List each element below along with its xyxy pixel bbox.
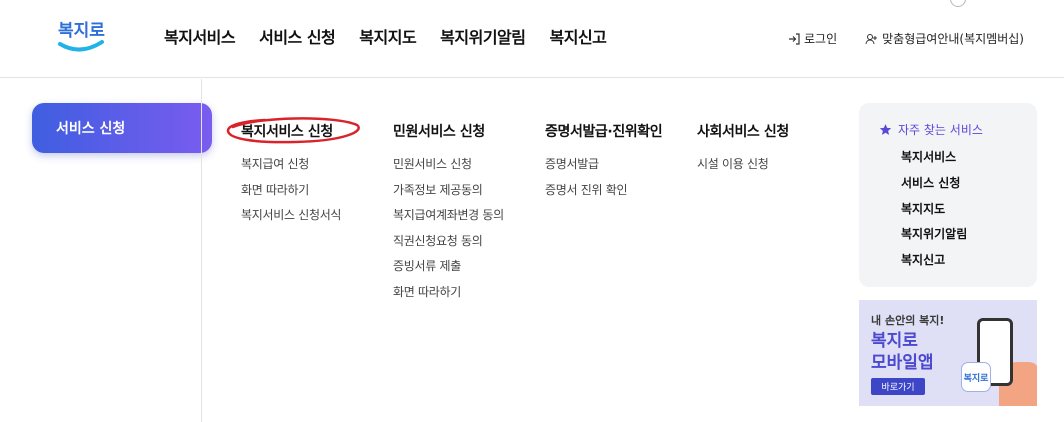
banner-tagline: 내 손안의 복지! bbox=[871, 314, 945, 327]
menu-item[interactable]: 증명서 진위 확인 bbox=[545, 181, 662, 207]
favorite-services-box: 자주 찾는 서비스 복지서비스 서비스 신청 복지지도 복지위기알림 복지신고 bbox=[859, 103, 1037, 287]
menu-item[interactable]: 민원서비스 신청 bbox=[393, 155, 504, 181]
menu-item[interactable]: 복지급여 신청 bbox=[241, 155, 341, 181]
menu-item[interactable]: 증명서발급 bbox=[545, 155, 662, 181]
header-right-links: 로그인 맞춤형급여안내(복지멤버십) bbox=[788, 30, 1024, 47]
menu-column-certificate: 증명서발급·진위확인 증명서발급 증명서 진위 확인 bbox=[545, 121, 663, 207]
menu-column-title[interactable]: 증명서발급·진위확인 bbox=[545, 121, 663, 141]
login-label: 로그인 bbox=[804, 32, 838, 46]
menu-column-title[interactable]: 사회서비스 신청 bbox=[697, 121, 789, 141]
menu-column-social-service: 사회서비스 신청 시설 이용 신청 bbox=[697, 121, 789, 181]
membership-link[interactable]: 맞춤형급여안내(복지멤버십) bbox=[865, 30, 1024, 47]
banner-title-line2: 모바일앱 bbox=[871, 353, 934, 373]
main-navigation: 복지서비스 서비스 신청 복지지도 복지위기알림 복지신고 bbox=[164, 24, 607, 48]
favorite-item[interactable]: 복지위기알림 bbox=[901, 225, 1037, 251]
membership-label: 맞춤형급여안내(복지멤버십) bbox=[882, 32, 1024, 46]
menu-item[interactable]: 화면 따라하기 bbox=[393, 283, 504, 309]
favorite-title-label: 자주 찾는 서비스 bbox=[898, 123, 983, 137]
star-icon bbox=[879, 124, 892, 135]
gnb-welfare-service[interactable]: 복지서비스 bbox=[164, 24, 236, 48]
divider bbox=[201, 79, 202, 422]
menu-item[interactable]: 증빙서류 제출 bbox=[393, 257, 504, 283]
banner-go-button[interactable]: 바로가기 bbox=[871, 378, 925, 395]
menu-item[interactable]: 직권신청요청 동의 bbox=[393, 232, 504, 258]
login-link[interactable]: 로그인 bbox=[788, 30, 837, 47]
banner-title: 복지로 모바일앱 bbox=[871, 330, 934, 374]
menu-column-title[interactable]: 민원서비스 신청 bbox=[393, 121, 504, 141]
menu-item[interactable]: 복지급여계좌변경 동의 bbox=[393, 206, 504, 232]
favorite-item[interactable]: 복지신고 bbox=[901, 251, 1037, 277]
site-logo[interactable]: 복지로 bbox=[56, 8, 108, 58]
app-icon: 복지로 bbox=[961, 362, 991, 392]
mega-menu-panel: 서비스 신청 복지서비스 신청 복지급여 신청 화면 따라하기 복지서비스 신청… bbox=[0, 79, 1064, 422]
category-service-apply-button[interactable]: 서비스 신청 bbox=[32, 103, 212, 153]
gnb-service-apply[interactable]: 서비스 신청 bbox=[259, 24, 336, 48]
favorite-item[interactable]: 복지서비스 bbox=[901, 148, 1037, 174]
menu-item[interactable]: 가족정보 제공동의 bbox=[393, 181, 504, 207]
user-plus-icon bbox=[865, 33, 878, 44]
favorite-item[interactable]: 복지지도 bbox=[901, 200, 1037, 226]
login-icon bbox=[789, 32, 800, 45]
menu-column-welfare-apply: 복지서비스 신청 복지급여 신청 화면 따라하기 복지서비스 신청서식 bbox=[241, 121, 341, 232]
gnb-crisis-alert[interactable]: 복지위기알림 bbox=[440, 24, 526, 48]
mobile-app-banner[interactable]: 내 손안의 복지! 복지로 모바일앱 바로가기 복지로 bbox=[859, 300, 1037, 406]
menu-item[interactable]: 화면 따라하기 bbox=[241, 181, 341, 207]
menu-column-civil-apply: 민원서비스 신청 민원서비스 신청 가족정보 제공동의 복지급여계좌변경 동의 … bbox=[393, 121, 504, 309]
favorite-services-title: 자주 찾는 서비스 bbox=[879, 121, 1037, 138]
gnb-report[interactable]: 복지신고 bbox=[550, 24, 607, 48]
menu-item[interactable]: 복지서비스 신청서식 bbox=[241, 206, 341, 232]
menu-item[interactable]: 시설 이용 신청 bbox=[697, 155, 789, 181]
header: 복지로 복지서비스 서비스 신청 복지지도 복지위기알림 복지신고 로그인 맞춤… bbox=[0, 0, 1064, 78]
favorite-item[interactable]: 서비스 신청 bbox=[901, 174, 1037, 200]
banner-title-line1: 복지로 bbox=[871, 331, 918, 351]
gnb-welfare-map[interactable]: 복지지도 bbox=[359, 24, 416, 48]
logo-text: 복지로 bbox=[58, 21, 105, 41]
menu-column-title[interactable]: 복지서비스 신청 bbox=[241, 121, 341, 141]
